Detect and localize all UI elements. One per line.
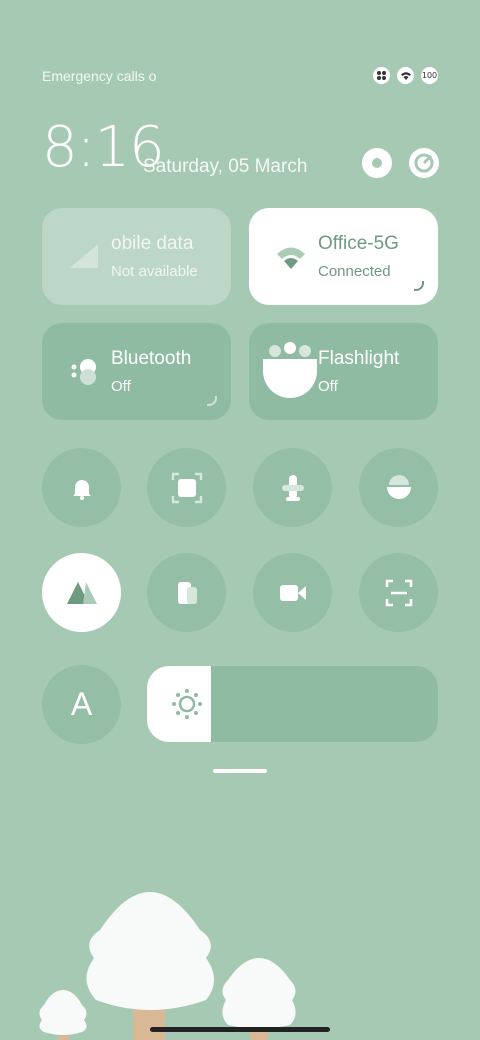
home-indicator[interactable] [150, 1027, 330, 1032]
tile-mobile-data[interactable]: obile data Not available [42, 208, 231, 305]
toggle-screen-recorder[interactable] [253, 553, 332, 632]
edit-icon [414, 153, 434, 173]
bell-icon [72, 479, 91, 500]
tile-wifi[interactable]: Office-5G Connected [249, 208, 438, 305]
notification-dots-icon [373, 67, 390, 84]
expand-corner-icon [207, 396, 217, 406]
toggle-screenshot[interactable] [147, 448, 226, 527]
lock-rotation-icon [386, 474, 411, 499]
settings-button[interactable] [362, 148, 392, 178]
scanner-icon [385, 579, 412, 606]
battery-level: 100 [421, 71, 438, 80]
clock-date: Saturday, 05 March [143, 156, 308, 177]
wifi-status: Connected [318, 263, 391, 280]
video-icon [279, 584, 306, 601]
airplane-icon [281, 474, 304, 501]
toggle-scanner[interactable] [359, 553, 438, 632]
wifi-icon [277, 247, 305, 269]
bluetooth-status: Off [111, 378, 131, 395]
battery-icon: 100 [421, 67, 438, 84]
edit-toggles-button[interactable] [409, 148, 439, 178]
mobile-data-title: obile data [111, 233, 194, 254]
toggle-airplane-mode[interactable] [253, 448, 332, 527]
tile-bluetooth[interactable]: Bluetooth Off [42, 323, 231, 420]
settings-hex-icon [365, 150, 389, 176]
status-carrier-text: Emergency calls o [42, 68, 157, 84]
flashlight-title: Flashlight [318, 348, 400, 369]
screenshot-icon [171, 472, 202, 503]
sun-icon [172, 689, 202, 719]
flashlight-icon [263, 342, 317, 398]
cellular-signal-icon [70, 244, 98, 268]
cast-icon [177, 581, 197, 604]
toggle-cast[interactable] [147, 553, 226, 632]
wifi-network-name: Office-5G [318, 233, 399, 254]
bluetooth-icon [71, 359, 96, 385]
auto-brightness-label: A [70, 686, 93, 722]
wifi-status-icon [397, 67, 414, 84]
toggle-mute[interactable] [42, 448, 121, 527]
auto-brightness-button[interactable]: A [42, 665, 121, 744]
bluetooth-title: Bluetooth [111, 348, 192, 369]
mobile-data-status: Not available [111, 263, 198, 280]
status-icons: 100 [373, 67, 438, 84]
wallpaper-trees [39, 892, 296, 1040]
location-icon [66, 581, 97, 604]
toggle-lock-rotation[interactable] [359, 448, 438, 527]
tile-flashlight[interactable]: Flashlight Off [249, 323, 438, 420]
flashlight-status: Off [318, 378, 338, 395]
toggle-location[interactable] [42, 553, 121, 632]
drag-handle[interactable] [213, 769, 267, 773]
expand-corner-icon [414, 281, 424, 291]
brightness-slider[interactable] [147, 666, 438, 742]
